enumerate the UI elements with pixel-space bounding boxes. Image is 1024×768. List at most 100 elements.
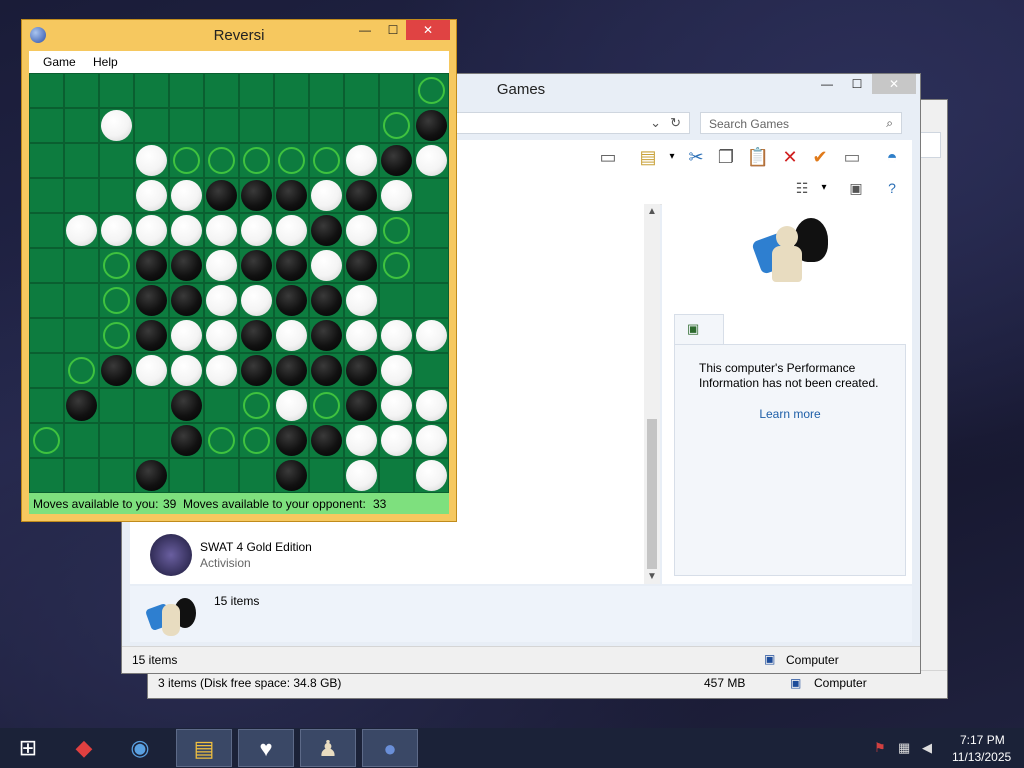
board-cell[interactable] [414, 143, 449, 178]
move-hint-ring[interactable] [383, 252, 410, 279]
board-cell[interactable] [379, 143, 414, 178]
board-cell[interactable] [29, 108, 64, 143]
board-cell[interactable] [99, 108, 134, 143]
board-cell[interactable] [134, 73, 169, 108]
board-cell[interactable] [239, 353, 274, 388]
board-cell[interactable] [29, 458, 64, 493]
board-cell[interactable] [274, 178, 309, 213]
board-cell[interactable] [239, 283, 274, 318]
taskbar-app-red-icon[interactable]: ◆ [56, 729, 112, 767]
board-cell[interactable] [169, 318, 204, 353]
move-hint-ring[interactable] [208, 427, 235, 454]
reversi-minimize-button[interactable]: — [350, 20, 380, 40]
copy-icon[interactable]: ❐ [714, 146, 738, 168]
taskbar-games-icon[interactable]: ♟ [300, 729, 356, 767]
board-cell[interactable] [134, 213, 169, 248]
board-cell[interactable] [99, 213, 134, 248]
board-cell[interactable] [204, 423, 239, 458]
help-icon[interactable]: ? [880, 177, 904, 199]
search-box[interactable]: Search Games ⌕ [700, 112, 902, 134]
board-cell[interactable] [169, 143, 204, 178]
board-cell[interactable] [274, 108, 309, 143]
board-cell[interactable] [274, 213, 309, 248]
move-hint-ring[interactable] [243, 392, 270, 419]
board-cell[interactable] [204, 143, 239, 178]
board-cell[interactable] [414, 178, 449, 213]
game-item-name[interactable]: SWAT 4 Gold Edition [200, 540, 312, 554]
list-scrollbar[interactable]: ▲ ▼ [644, 204, 660, 584]
board-cell[interactable] [379, 213, 414, 248]
board-cell[interactable] [134, 423, 169, 458]
board-cell[interactable] [344, 388, 379, 423]
board-cell[interactable] [379, 108, 414, 143]
board-cell[interactable] [274, 143, 309, 178]
board-cell[interactable] [414, 248, 449, 283]
board-cell[interactable] [344, 73, 379, 108]
board-cell[interactable] [309, 73, 344, 108]
search-icon[interactable]: ⌕ [886, 116, 893, 131]
board-cell[interactable] [169, 178, 204, 213]
board-cell[interactable] [309, 213, 344, 248]
delete-icon[interactable]: ✕ [778, 146, 802, 168]
reversi-window[interactable]: Reversi — ☐ ✕ Game Help Moves available … [22, 20, 456, 521]
board-cell[interactable] [99, 178, 134, 213]
games-minimize-button[interactable]: — [812, 74, 842, 94]
scroll-down-icon[interactable]: ▼ [647, 571, 657, 582]
board-cell[interactable] [29, 248, 64, 283]
board-cell[interactable] [169, 283, 204, 318]
board-cell[interactable] [134, 178, 169, 213]
board-cell[interactable] [204, 388, 239, 423]
board-cell[interactable] [134, 143, 169, 178]
move-hint-ring[interactable] [383, 112, 410, 139]
move-hint-ring[interactable] [383, 217, 410, 244]
board-cell[interactable] [379, 248, 414, 283]
move-hint-ring[interactable] [68, 357, 95, 384]
board-cell[interactable] [204, 283, 239, 318]
move-hint-ring[interactable] [278, 147, 305, 174]
board-cell[interactable] [64, 213, 99, 248]
start-button[interactable]: ⊞ [0, 729, 56, 767]
taskbar-explorer-icon[interactable]: ▤ [176, 729, 232, 767]
move-hint-ring[interactable] [243, 147, 270, 174]
board-cell[interactable] [379, 178, 414, 213]
board-cell[interactable] [99, 388, 134, 423]
perf-tab[interactable]: ▣ [674, 314, 724, 345]
board-cell[interactable] [99, 73, 134, 108]
properties-icon[interactable]: ▭ [840, 146, 864, 168]
board-cell[interactable] [64, 73, 99, 108]
move-hint-ring[interactable] [103, 322, 130, 349]
board-cell[interactable] [344, 423, 379, 458]
game-providers-icon[interactable]: ◓ [880, 146, 904, 168]
dropdown-arrow-icon[interactable]: ▾ [660, 146, 684, 168]
board-cell[interactable] [344, 353, 379, 388]
board-cell[interactable] [379, 458, 414, 493]
board-cell[interactable] [379, 388, 414, 423]
board-cell[interactable] [414, 213, 449, 248]
board-cell[interactable] [29, 353, 64, 388]
reversi-board[interactable] [29, 73, 449, 493]
board-cell[interactable] [134, 108, 169, 143]
tray-time[interactable]: 7:17 PM [960, 733, 1005, 747]
board-cell[interactable] [134, 388, 169, 423]
board-cell[interactable] [344, 283, 379, 318]
address-dropdown-icon[interactable]: ⌄ [650, 115, 661, 131]
board-cell[interactable] [274, 73, 309, 108]
board-cell[interactable] [274, 458, 309, 493]
move-hint-ring[interactable] [313, 392, 340, 419]
board-cell[interactable] [134, 353, 169, 388]
board-cell[interactable] [64, 458, 99, 493]
board-cell[interactable] [379, 283, 414, 318]
menu-game[interactable]: Game [43, 55, 76, 69]
board-cell[interactable] [64, 423, 99, 458]
menu-help[interactable]: Help [93, 55, 118, 69]
board-cell[interactable] [344, 143, 379, 178]
board-cell[interactable] [344, 213, 379, 248]
board-cell[interactable] [64, 143, 99, 178]
view-options-icon[interactable]: ☷ [790, 177, 814, 199]
board-cell[interactable] [239, 108, 274, 143]
board-cell[interactable] [414, 388, 449, 423]
board-cell[interactable] [169, 388, 204, 423]
board-cell[interactable] [309, 248, 344, 283]
games-maximize-button[interactable]: ☐ [842, 74, 872, 94]
board-cell[interactable] [414, 353, 449, 388]
